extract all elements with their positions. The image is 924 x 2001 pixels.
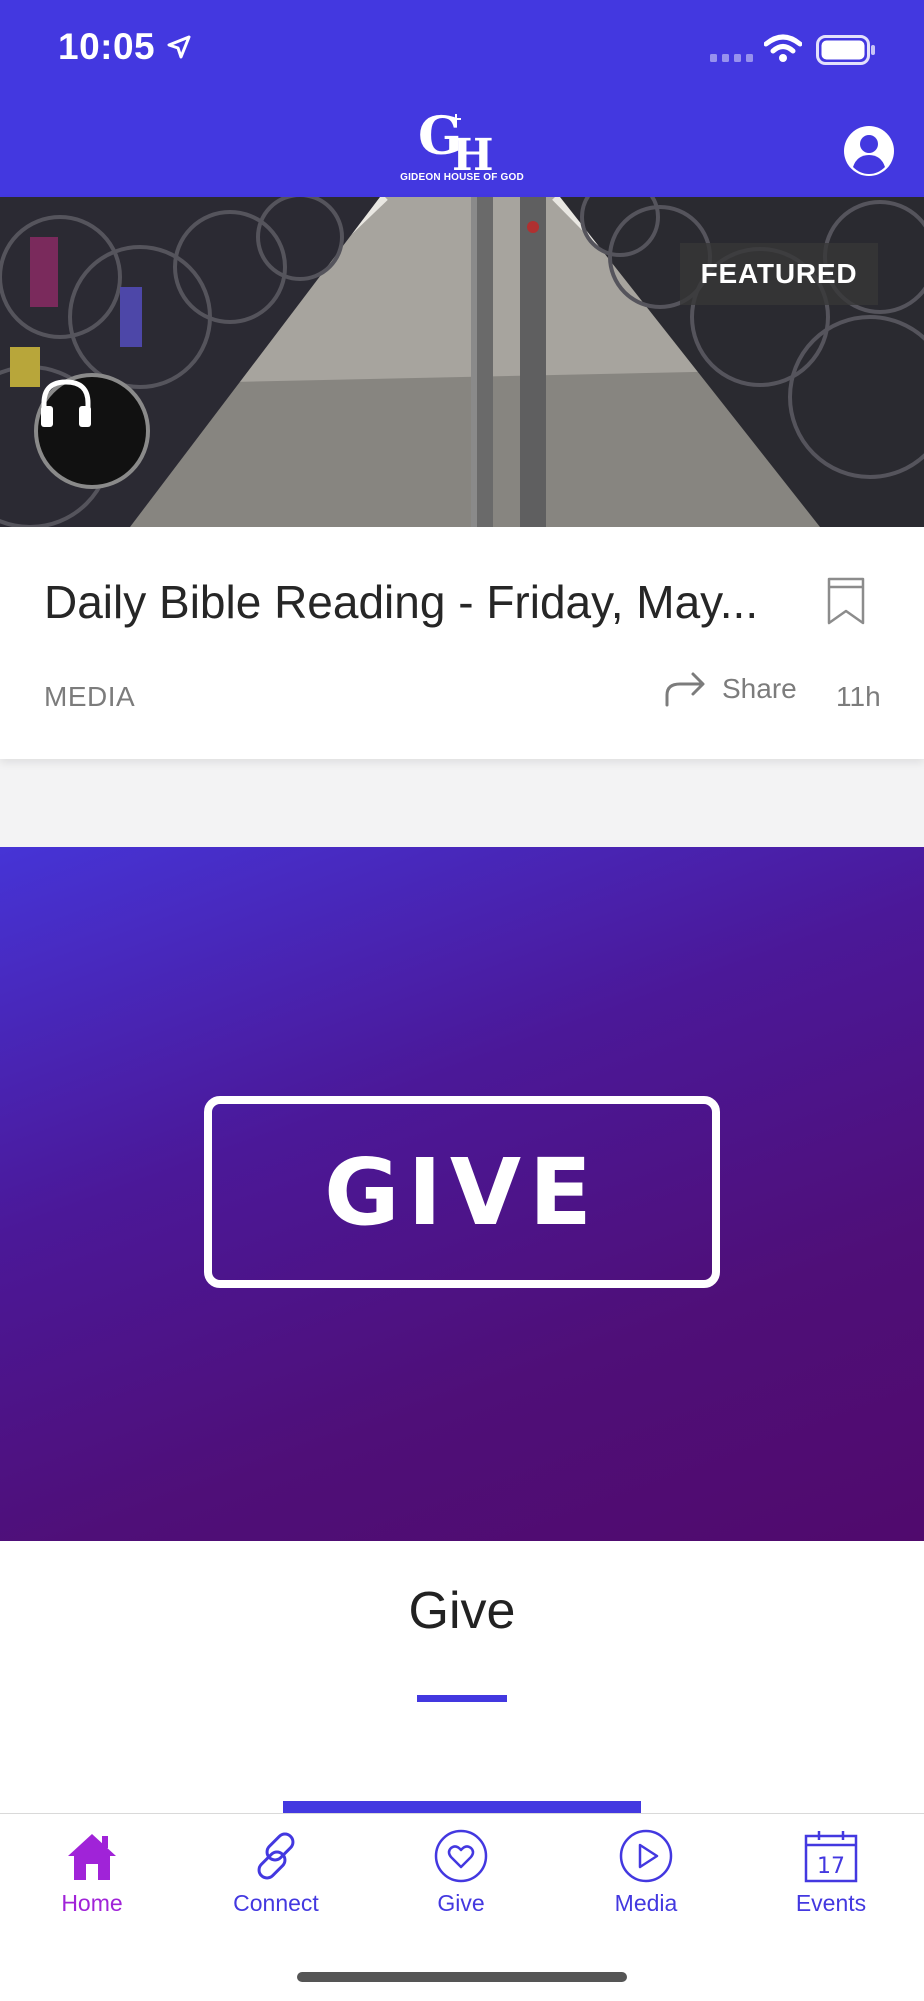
profile-button[interactable] bbox=[842, 124, 896, 178]
home-indicator[interactable] bbox=[297, 1972, 627, 1982]
share-icon bbox=[665, 672, 705, 707]
give-title-underline bbox=[417, 1695, 507, 1702]
tab-events-label: Events bbox=[795, 1890, 867, 1916]
calendar-day-number: 17 bbox=[817, 1854, 845, 1879]
featured-image: FEATURED bbox=[0, 197, 924, 527]
audio-badge bbox=[34, 373, 150, 489]
card-category: MEDIA bbox=[44, 681, 136, 712]
tab-connect-label: Connect bbox=[233, 1890, 319, 1916]
headphones-icon bbox=[41, 379, 91, 427]
bookmark-button[interactable] bbox=[826, 577, 866, 630]
card-title[interactable]: Daily Bible Reading - Friday, May... bbox=[44, 575, 764, 629]
person-circle-icon bbox=[844, 126, 894, 176]
give-box-text: GIVE bbox=[324, 1138, 600, 1246]
give-title: Give bbox=[408, 1582, 516, 1640]
give-banner[interactable]: GIVE bbox=[0, 847, 924, 1541]
give-box: GIVE bbox=[204, 1096, 720, 1288]
logo-h: H bbox=[452, 130, 494, 172]
tab-give[interactable]: Give bbox=[369, 1828, 553, 1928]
heart-circle-icon bbox=[434, 1829, 488, 1883]
battery-icon bbox=[816, 35, 875, 65]
gh-logo-mark: G H bbox=[418, 110, 494, 172]
card-age: 11h bbox=[836, 681, 881, 712]
tab-media[interactable]: Media bbox=[554, 1828, 738, 1928]
tab-home[interactable]: Home bbox=[0, 1828, 184, 1928]
featured-badge: FEATURED bbox=[680, 243, 878, 305]
cellular-signal-icon bbox=[710, 54, 753, 62]
tab-media-label: Media bbox=[614, 1890, 678, 1916]
share-button[interactable]: Share bbox=[664, 671, 797, 707]
calendar-icon: 17 bbox=[804, 1831, 858, 1883]
church-logo: G H GIDEON HOUSE OF GOD bbox=[398, 110, 526, 190]
tab-give-label: Give bbox=[437, 1890, 485, 1916]
home-icon bbox=[68, 1834, 116, 1880]
app-header: G H GIDEON HOUSE OF GOD bbox=[0, 100, 924, 197]
tab-home-label: Home bbox=[61, 1890, 123, 1916]
status-bar: 10:05 bbox=[0, 0, 924, 100]
featured-card[interactable]: FEATURED Daily Bible Reading - Friday, M… bbox=[0, 197, 924, 759]
link-icon bbox=[257, 1832, 295, 1880]
logo-text: GIDEON HOUSE OF GOD bbox=[400, 172, 524, 183]
play-circle-icon bbox=[619, 1829, 673, 1883]
wifi-icon bbox=[764, 34, 802, 62]
give-section: Give bbox=[0, 1541, 924, 1813]
give-action-button[interactable] bbox=[283, 1801, 641, 1813]
bookmark-icon bbox=[827, 577, 865, 625]
share-label: Share bbox=[722, 673, 797, 704]
tab-events[interactable]: 17 Events bbox=[739, 1828, 923, 1928]
status-time: 10:05 bbox=[58, 26, 156, 67]
location-arrow-icon bbox=[167, 35, 191, 59]
tab-connect[interactable]: Connect bbox=[184, 1828, 368, 1928]
